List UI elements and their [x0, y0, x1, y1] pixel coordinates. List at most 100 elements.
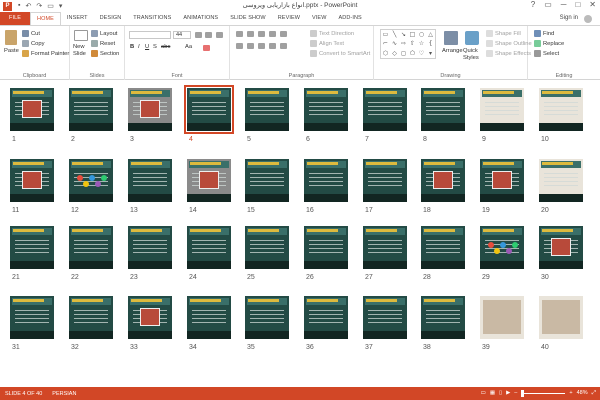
slide-thumbnail[interactable]	[304, 226, 348, 269]
strikethrough-button[interactable]: abc	[161, 44, 170, 50]
slide-thumbnail[interactable]	[421, 159, 465, 202]
shadow-button[interactable]: S	[153, 44, 157, 50]
align-text-button[interactable]: Align Text	[310, 40, 344, 47]
slide-thumbnail[interactable]	[304, 88, 348, 131]
copy-button[interactable]: Copy	[22, 40, 45, 47]
bullets-icon[interactable]	[236, 31, 243, 37]
columns-icon[interactable]	[280, 43, 287, 49]
slide-thumbnail[interactable]	[304, 159, 348, 202]
slide-thumbnail[interactable]	[539, 296, 583, 339]
slide-thumbnail[interactable]	[184, 85, 234, 134]
zoom-slider-thumb[interactable]	[521, 390, 525, 397]
shape-rect-icon[interactable]: □	[408, 30, 417, 39]
slide-thumbnail[interactable]	[128, 226, 172, 269]
slide-thumbnail[interactable]	[10, 296, 54, 339]
slide-thumbnail[interactable]	[187, 226, 231, 269]
ribbon-display-options-icon[interactable]: ▭	[544, 0, 552, 9]
shapes-gallery[interactable]: ▭ ╲ ↘ □ ○ △ ⌐ ∿ ⇨ ⇧ ☆{ ⬡ ◇ ◻ ⬠ ♡ ▾	[380, 29, 436, 59]
justify-icon[interactable]	[269, 43, 276, 49]
cut-button[interactable]: Cut	[22, 30, 40, 37]
numbering-icon[interactable]	[247, 31, 254, 37]
slide-thumbnail[interactable]	[128, 296, 172, 339]
slide-thumbnail[interactable]	[480, 159, 524, 202]
font-name-field[interactable]	[129, 31, 171, 39]
line-spacing-icon[interactable]	[280, 31, 287, 37]
shapes-more-icon[interactable]: ▾	[426, 49, 435, 58]
quick-styles-button[interactable]: Quick Styles	[463, 48, 485, 62]
tab-file[interactable]: FILE	[0, 12, 31, 25]
underline-button[interactable]: U	[145, 44, 149, 50]
clear-formatting-icon[interactable]	[216, 32, 223, 38]
shape-effects-button[interactable]: Shape Effects	[486, 50, 531, 57]
reading-view-icon[interactable]: ▯	[499, 387, 502, 400]
shape-pentagon-icon[interactable]: ⬠	[408, 49, 417, 58]
font-color-icon[interactable]	[203, 45, 210, 51]
tab-transitions[interactable]: TRANSITIONS	[127, 12, 177, 25]
slide-thumbnail[interactable]	[69, 296, 113, 339]
slide-thumbnail[interactable]	[128, 88, 172, 131]
tab-review[interactable]: REVIEW	[272, 12, 306, 25]
slide-thumbnail[interactable]	[69, 226, 113, 269]
align-left-icon[interactable]	[236, 43, 243, 49]
italic-button[interactable]: I	[138, 44, 140, 50]
reset-button[interactable]: Reset	[91, 40, 115, 47]
font-size-field[interactable]: 44	[173, 31, 191, 39]
account-avatar-icon[interactable]	[584, 15, 592, 23]
slide-thumbnail[interactable]	[10, 226, 54, 269]
find-button[interactable]: Find	[534, 30, 554, 37]
slide-show-view-icon[interactable]: ▶	[506, 387, 510, 400]
shape-rtarrow-icon[interactable]: ⇨	[399, 39, 408, 48]
slide-thumbnail[interactable]	[480, 226, 524, 269]
tab-slide-show[interactable]: SLIDE SHOW	[224, 12, 272, 25]
zoom-out-button[interactable]: –	[514, 387, 517, 400]
language-indicator[interactable]: PERSIAN	[52, 391, 76, 397]
paste-button[interactable]: Paste	[4, 48, 19, 54]
slide-thumbnail[interactable]	[480, 296, 524, 339]
fit-to-window-icon[interactable]: ⤢	[592, 387, 596, 400]
shape-brace-icon[interactable]: {	[426, 39, 435, 48]
replace-button[interactable]: Replace	[534, 40, 564, 47]
tab-view[interactable]: VIEW	[306, 12, 332, 25]
section-button[interactable]: Section	[91, 50, 119, 57]
sign-in-link[interactable]: Sign in	[560, 12, 578, 25]
slide-thumbnail[interactable]	[421, 296, 465, 339]
slide-thumbnail[interactable]	[539, 159, 583, 202]
shape-hex-icon[interactable]: ⬡	[381, 49, 390, 58]
quick-styles-icon[interactable]	[465, 31, 479, 45]
paste-icon[interactable]	[5, 30, 17, 45]
slide-thumbnail[interactable]	[480, 88, 524, 131]
text-direction-button[interactable]: Text Direction	[310, 30, 354, 37]
shape-fill-button[interactable]: Shape Fill	[486, 30, 521, 37]
shape-outline-button[interactable]: Shape Outline	[486, 40, 532, 47]
zoom-slider[interactable]	[521, 390, 566, 397]
slide-thumbnail[interactable]	[363, 226, 407, 269]
slide-thumbnail[interactable]	[245, 159, 289, 202]
slide-thumbnail[interactable]	[10, 88, 54, 131]
arrange-icon[interactable]	[444, 31, 458, 45]
slide-thumbnail[interactable]	[69, 159, 113, 202]
select-button[interactable]: Select	[534, 50, 559, 57]
shape-connector-icon[interactable]: ⌐	[381, 39, 390, 48]
align-right-icon[interactable]	[258, 43, 265, 49]
slide-thumbnail[interactable]	[363, 88, 407, 131]
arrange-button[interactable]: Arrange	[442, 48, 463, 54]
slide-sorter-view-icon[interactable]: ▦	[490, 387, 495, 400]
shape-callout-icon[interactable]: ◻	[399, 49, 408, 58]
tab-animations[interactable]: ANIMATIONS	[177, 12, 224, 25]
decrease-font-size-icon[interactable]	[205, 32, 212, 38]
slide-thumbnail[interactable]	[10, 159, 54, 202]
slide-thumbnail[interactable]	[245, 88, 289, 131]
align-center-icon[interactable]	[247, 43, 254, 49]
close-icon[interactable]: ✕	[589, 0, 596, 9]
zoom-level[interactable]: 48%	[577, 387, 588, 400]
slide-thumbnail[interactable]	[539, 88, 583, 131]
shape-uparrow-icon[interactable]: ⇧	[408, 39, 417, 48]
slide-thumbnail[interactable]	[245, 226, 289, 269]
shape-curve-icon[interactable]: ∿	[390, 39, 399, 48]
shape-triangle-icon[interactable]: △	[426, 30, 435, 39]
slide-thumbnail[interactable]	[128, 159, 172, 202]
shape-arrow-icon[interactable]: ↘	[399, 30, 408, 39]
shape-star-icon[interactable]: ☆	[417, 39, 426, 48]
shape-oval-icon[interactable]: ○	[417, 30, 426, 39]
zoom-in-button[interactable]: +	[569, 387, 572, 400]
